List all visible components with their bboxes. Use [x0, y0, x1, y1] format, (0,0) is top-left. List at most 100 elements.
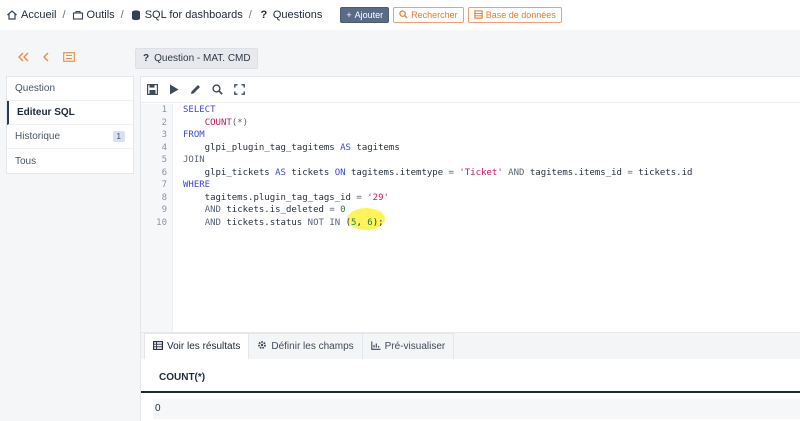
code-token: tagitems	[350, 142, 400, 153]
run-icon[interactable]	[169, 84, 179, 95]
results-column-header: COUNT(*)	[159, 372, 206, 383]
code-text: tagitems.plugin_tag_tags_id = '29'	[183, 192, 389, 205]
plus-icon: +	[346, 10, 352, 20]
code-token: tagitems.items_id	[524, 167, 628, 178]
menu-item-label: Editeur SQL	[17, 107, 75, 118]
toolbox-icon	[72, 9, 84, 21]
code-token: tagitems.plugin_tag_tags_id	[183, 192, 357, 203]
code-line: 7 WHERE	[141, 179, 800, 192]
code-line: 4 glpi_plugin_tag_tagitems AS tagitems	[141, 142, 800, 155]
tab-label: Voir les résultats	[167, 341, 241, 352]
search-icon[interactable]	[212, 84, 223, 95]
code-line: 9 AND tickets.is_deleted = 0	[141, 204, 800, 217]
code-text: FROM	[183, 129, 205, 142]
add-button-label: Ajouter	[354, 10, 384, 20]
database-button-label: Base de données	[485, 10, 556, 20]
code-token: tagitems.itemtype	[345, 167, 449, 178]
code-line: 6 glpi_tickets AS tickets ON tagitems.it…	[141, 167, 800, 180]
line-number: 5	[161, 155, 167, 165]
code-token: ON	[334, 167, 346, 178]
database-icon	[474, 9, 483, 21]
line-number: 10	[156, 217, 167, 228]
line-number: 2	[161, 117, 167, 128]
code-token: AND	[508, 167, 525, 178]
code-token: ,	[356, 217, 368, 228]
code-token: tickets.status	[220, 217, 308, 228]
code-line: 5 JOIN	[141, 154, 800, 167]
breadcrumb-tools[interactable]: Outils	[87, 9, 115, 21]
menu-item-all[interactable]: Tous	[7, 149, 133, 173]
save-icon[interactable]	[147, 84, 158, 95]
code-text: WHERE	[183, 179, 210, 192]
edit-icon[interactable]	[190, 84, 201, 95]
tab-label: Définir les champs	[271, 341, 354, 352]
fullscreen-icon[interactable]	[234, 84, 245, 95]
results-header-divider	[141, 391, 800, 393]
search-icon	[399, 9, 408, 21]
breadcrumb-questions[interactable]: Questions	[273, 9, 323, 21]
database-button[interactable]: Base de données	[467, 7, 562, 23]
question-icon: ?	[260, 9, 268, 21]
double-chevron-left-icon[interactable]	[17, 52, 29, 62]
line-number: 8	[161, 192, 167, 203]
chart-icon	[370, 341, 381, 353]
line-number: 6	[161, 167, 167, 178]
search-button-label: Rechercher	[411, 10, 458, 20]
code-line: 2 COUNT(*)	[141, 117, 800, 130]
code-editor[interactable]: 1 SELECT 2 COUNT(*) 3 FROM 4 glpi_plugin_tag_…	[141, 104, 800, 332]
code-text: SELECT	[183, 104, 216, 117]
menu-item-label: Historique	[15, 131, 61, 142]
tab-define-fields[interactable]: Définir les champs	[248, 333, 363, 359]
sql-editor-panel: 1 SELECT 2 COUNT(*) 3 FROM 4 glpi_plugin_tag_…	[140, 76, 800, 421]
code-token: AS	[275, 167, 286, 178]
history-count-badge: 1	[112, 131, 125, 142]
code-token: glpi_plugin_tag_tagitems	[183, 142, 341, 153]
tab-preview[interactable]: Pré-visualiser	[361, 333, 455, 359]
code-token: (	[340, 217, 352, 228]
results-table: COUNT(*) 0	[141, 359, 800, 421]
code-token: AS	[340, 142, 351, 153]
code-token: AND	[204, 205, 221, 215]
list-icon[interactable]	[63, 52, 75, 62]
code-text: AND tickets.status NOT IN (5, 6);	[183, 217, 384, 230]
table-icon	[153, 340, 163, 353]
code-token: );	[372, 217, 384, 228]
code-token: 0	[340, 205, 346, 215]
menu-item-sql-editor[interactable]: Editeur SQL	[7, 101, 133, 125]
line-number: 4	[161, 142, 167, 153]
code-text: COUNT(*)	[183, 117, 248, 130]
code-text: glpi_tickets AS tickets ON tagitems.item…	[183, 167, 693, 180]
result-tabs: Voir les résultats Définir les champs Pr…	[141, 332, 800, 359]
question-title: ? Question - MAT. CMD	[135, 48, 258, 69]
code-token: (*)	[231, 117, 249, 128]
menu-item-history[interactable]: Historique 1	[7, 125, 133, 149]
search-button[interactable]: Rechercher	[393, 7, 464, 23]
line-number: 9	[161, 205, 167, 215]
code-token: tickets	[285, 167, 335, 178]
code-token: JOIN	[183, 155, 205, 165]
code-token: FROM	[183, 130, 205, 140]
breadcrumb-home[interactable]: Accueil	[21, 9, 56, 21]
line-number: 7	[161, 180, 167, 190]
breadcrumb-sql-dashboards[interactable]: SQL for dashboards	[145, 9, 243, 21]
database-icon	[130, 9, 142, 21]
code-line: 1 SELECT	[141, 104, 800, 117]
top-bar: Accueil / Outils / SQL for dashboards / …	[0, 0, 800, 30]
code-token: WHERE	[183, 180, 211, 190]
tab-view-results[interactable]: Voir les résultats	[144, 333, 250, 359]
code-text: glpi_plugin_tag_tagitems AS tagitems	[183, 142, 400, 155]
menu-item-label: Tous	[15, 155, 37, 167]
add-button[interactable]: + Ajouter	[340, 7, 390, 23]
left-menu: Question Editeur SQL Historique 1 Tous	[6, 76, 134, 174]
tab-label: Pré-visualiser	[384, 341, 446, 352]
code-text: JOIN	[183, 154, 205, 167]
breadcrumb-separator: /	[248, 9, 252, 21]
menu-item-question[interactable]: Question	[7, 77, 133, 101]
gear-icon	[257, 340, 267, 353]
code-line: 10 AND tickets.status NOT IN (5, 6);	[141, 217, 800, 230]
chevron-left-icon[interactable]	[42, 52, 50, 62]
question-title-text: Question - MAT. CMD	[154, 53, 251, 64]
question-icon: ?	[143, 53, 150, 64]
